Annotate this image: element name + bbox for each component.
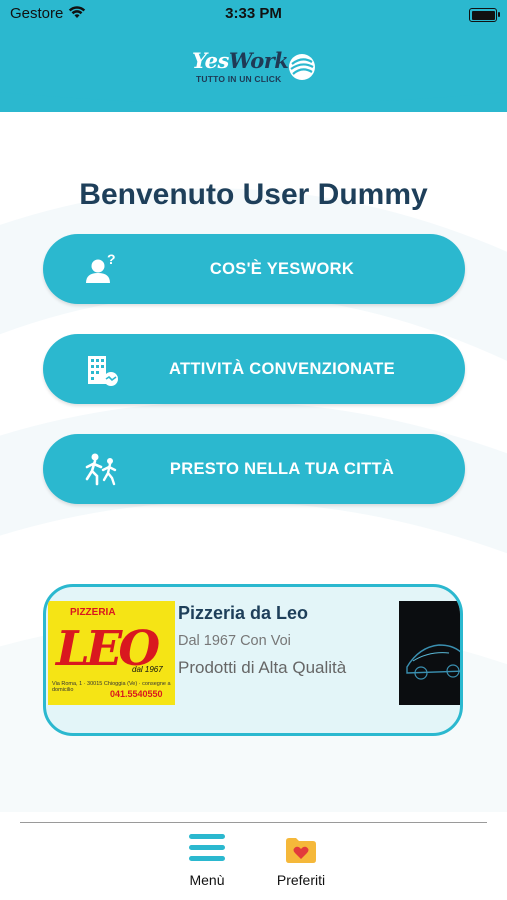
- thumb-since: dal 1967: [132, 665, 163, 674]
- menu-label: ATTIVITÀ CONVENZIONATE: [169, 359, 395, 378]
- status-bar: Gestore 3:33 PM: [0, 0, 507, 30]
- thumb-phone: 041.5540550: [110, 689, 163, 699]
- car-image: [406, 644, 460, 680]
- featured-activity-card[interactable]: PIZZERIA LEO dal 1967 Via Roma, 1 · 3001…: [43, 584, 463, 736]
- next-card-preview-image: [399, 601, 460, 705]
- tab-label: Menù: [189, 872, 225, 888]
- thumb-heading: PIZZERIA: [70, 607, 116, 618]
- logo-wordmark: YesWork: [192, 48, 289, 73]
- partner-activities-button[interactable]: ATTIVITÀ CONVENZIONATE: [43, 334, 465, 404]
- people-walking-icon: [85, 453, 117, 486]
- tab-label: Preferiti: [276, 872, 326, 888]
- battery-icon: [469, 8, 500, 22]
- what-is-yeswork-button[interactable]: ? COS'È YESWORK: [43, 234, 465, 304]
- clock: 3:33 PM: [225, 5, 282, 22]
- logo-tagline: TUTTO IN UN CLICK: [196, 74, 282, 84]
- pizzeria-leo-logo: PIZZERIA LEO dal 1967 Via Roma, 1 · 3001…: [48, 601, 175, 705]
- coming-soon-button[interactable]: PRESTO NELLA TUA CITTÀ: [43, 434, 465, 504]
- card-description: Prodotti di Alta Qualità: [178, 658, 347, 677]
- welcome-title: Benvenuto User Dummy: [79, 178, 428, 211]
- card-title: Pizzeria da Leo: [178, 603, 309, 623]
- card-subtitle: Dal 1967 Con Voi: [178, 633, 291, 649]
- logo-swirl-icon: [289, 54, 315, 80]
- menu-label: PRESTO NELLA TUA CITTÀ: [169, 459, 395, 478]
- tab-bar-divider: [20, 822, 487, 823]
- hamburger-menu-icon: [189, 834, 225, 861]
- svg-text:?: ?: [107, 251, 116, 267]
- menu-label: COS'È YESWORK: [209, 259, 355, 278]
- building-handshake-icon: [88, 356, 118, 386]
- heart-folder-icon: [286, 838, 316, 863]
- person-question-icon: ?: [86, 251, 116, 283]
- yeswork-logo: YesWork TUTTO IN UN CLICK: [190, 48, 320, 88]
